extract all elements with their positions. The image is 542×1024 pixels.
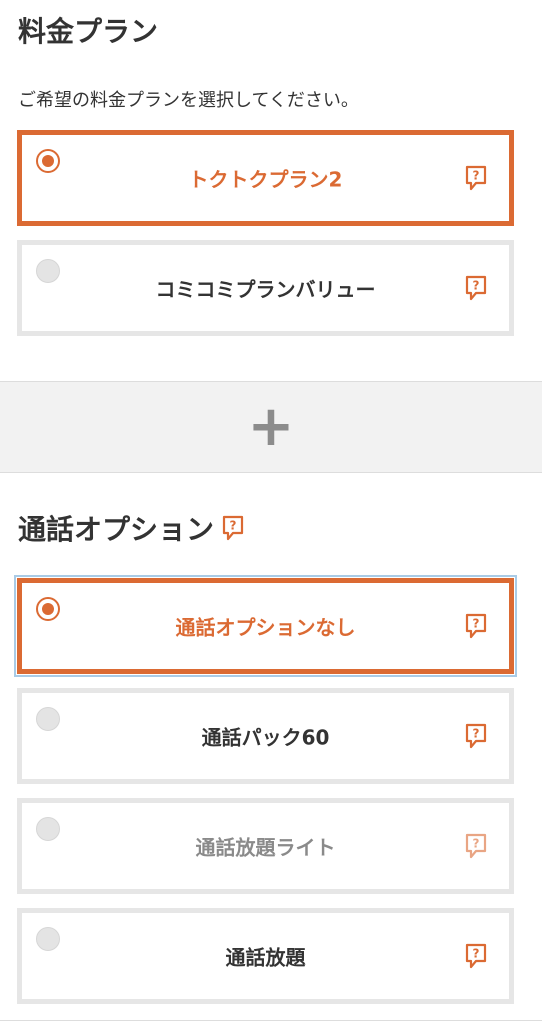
bottom-divider: [0, 1020, 542, 1021]
plan-option-tokutoku2[interactable]: トクトクプラン2 ?: [17, 130, 514, 226]
help-icon[interactable]: ?: [222, 515, 244, 541]
plan-section-title-text: 料金プラン: [18, 15, 159, 48]
svg-text:?: ?: [473, 279, 480, 293]
call-option-label: 通話放題: [225, 945, 306, 970]
svg-text:?: ?: [473, 837, 480, 851]
svg-text:?: ?: [230, 519, 237, 533]
call-option-label: 通話放題ライト: [195, 835, 336, 860]
help-icon[interactable]: ?: [465, 165, 487, 191]
help-icon[interactable]: ?: [465, 943, 487, 969]
plan-section-title: 料金プラン: [18, 10, 158, 50]
plan-option-label: コミコミプランバリュー: [155, 277, 376, 302]
svg-text:?: ?: [473, 617, 480, 631]
call-option-unlimited[interactable]: 通話放題 ?: [17, 908, 514, 1004]
call-option-label: 通話パック60: [201, 725, 330, 750]
call-option-label: 通話オプションなし: [175, 615, 356, 640]
plus-divider: +: [0, 381, 542, 473]
svg-text:?: ?: [473, 727, 480, 741]
plan-instruction: ご希望の料金プランを選択してください。: [18, 90, 359, 111]
help-icon[interactable]: ?: [465, 275, 487, 301]
call-option-pack60[interactable]: 通話パック60 ?: [17, 688, 514, 784]
call-section-title: 通話オプション ?: [18, 508, 244, 548]
svg-text:?: ?: [473, 169, 480, 183]
help-icon[interactable]: ?: [465, 613, 487, 639]
svg-text:?: ?: [473, 947, 480, 961]
help-icon[interactable]: ?: [465, 723, 487, 749]
call-option-unlimited-lite[interactable]: 通話放題ライト ?: [17, 798, 514, 894]
call-option-none[interactable]: 通話オプションなし ?: [14, 575, 517, 677]
call-section-title-text: 通話オプション: [18, 513, 215, 546]
help-icon[interactable]: ?: [465, 833, 487, 859]
plan-option-label: トクトクプラン2: [188, 167, 343, 192]
plus-icon: +: [247, 394, 295, 459]
plan-option-komikomi-value[interactable]: コミコミプランバリュー ?: [17, 240, 514, 336]
